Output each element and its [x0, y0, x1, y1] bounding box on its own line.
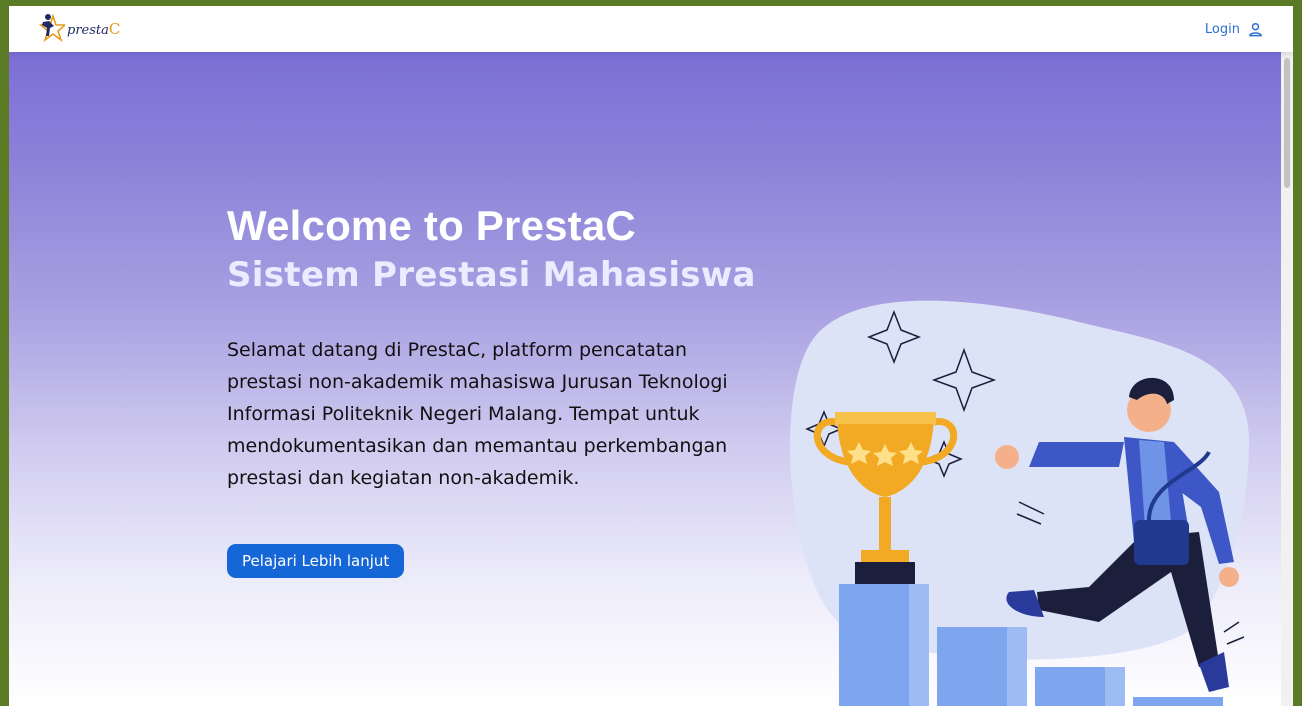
hero-title: Welcome to PrestaC — [227, 202, 636, 249]
scrollbar-thumb[interactable] — [1284, 58, 1290, 188]
logo-text-c: C — [108, 20, 121, 38]
learn-more-button[interactable]: Pelajari Lebih lanjut — [227, 544, 405, 578]
logo-star-person-icon — [39, 13, 65, 43]
window-frame: prestaC Login Welcome to PrestaC Sistem … — [0, 0, 1302, 706]
hero-description: Selamat datang di PrestaC, platform penc… — [227, 339, 728, 489]
vertical-scrollbar[interactable] — [1281, 52, 1293, 706]
hero-subtitle: Sistem Prestasi Mahasiswa — [227, 255, 756, 295]
hero-section: Welcome to PrestaC Sistem Prestasi Mahas… — [9, 52, 1281, 706]
navbar: prestaC Login — [9, 6, 1293, 52]
user-icon — [1249, 22, 1262, 36]
logo-text-main: presta — [67, 23, 109, 38]
login-label: Login — [1204, 21, 1240, 37]
browser-viewport: prestaC Login Welcome to PrestaC Sistem … — [9, 6, 1293, 706]
trophy-illustration — [790, 300, 1249, 706]
logo[interactable]: prestaC — [39, 12, 120, 46]
login-link[interactable]: Login — [1205, 22, 1263, 37]
logo-text: prestaC — [67, 20, 120, 38]
